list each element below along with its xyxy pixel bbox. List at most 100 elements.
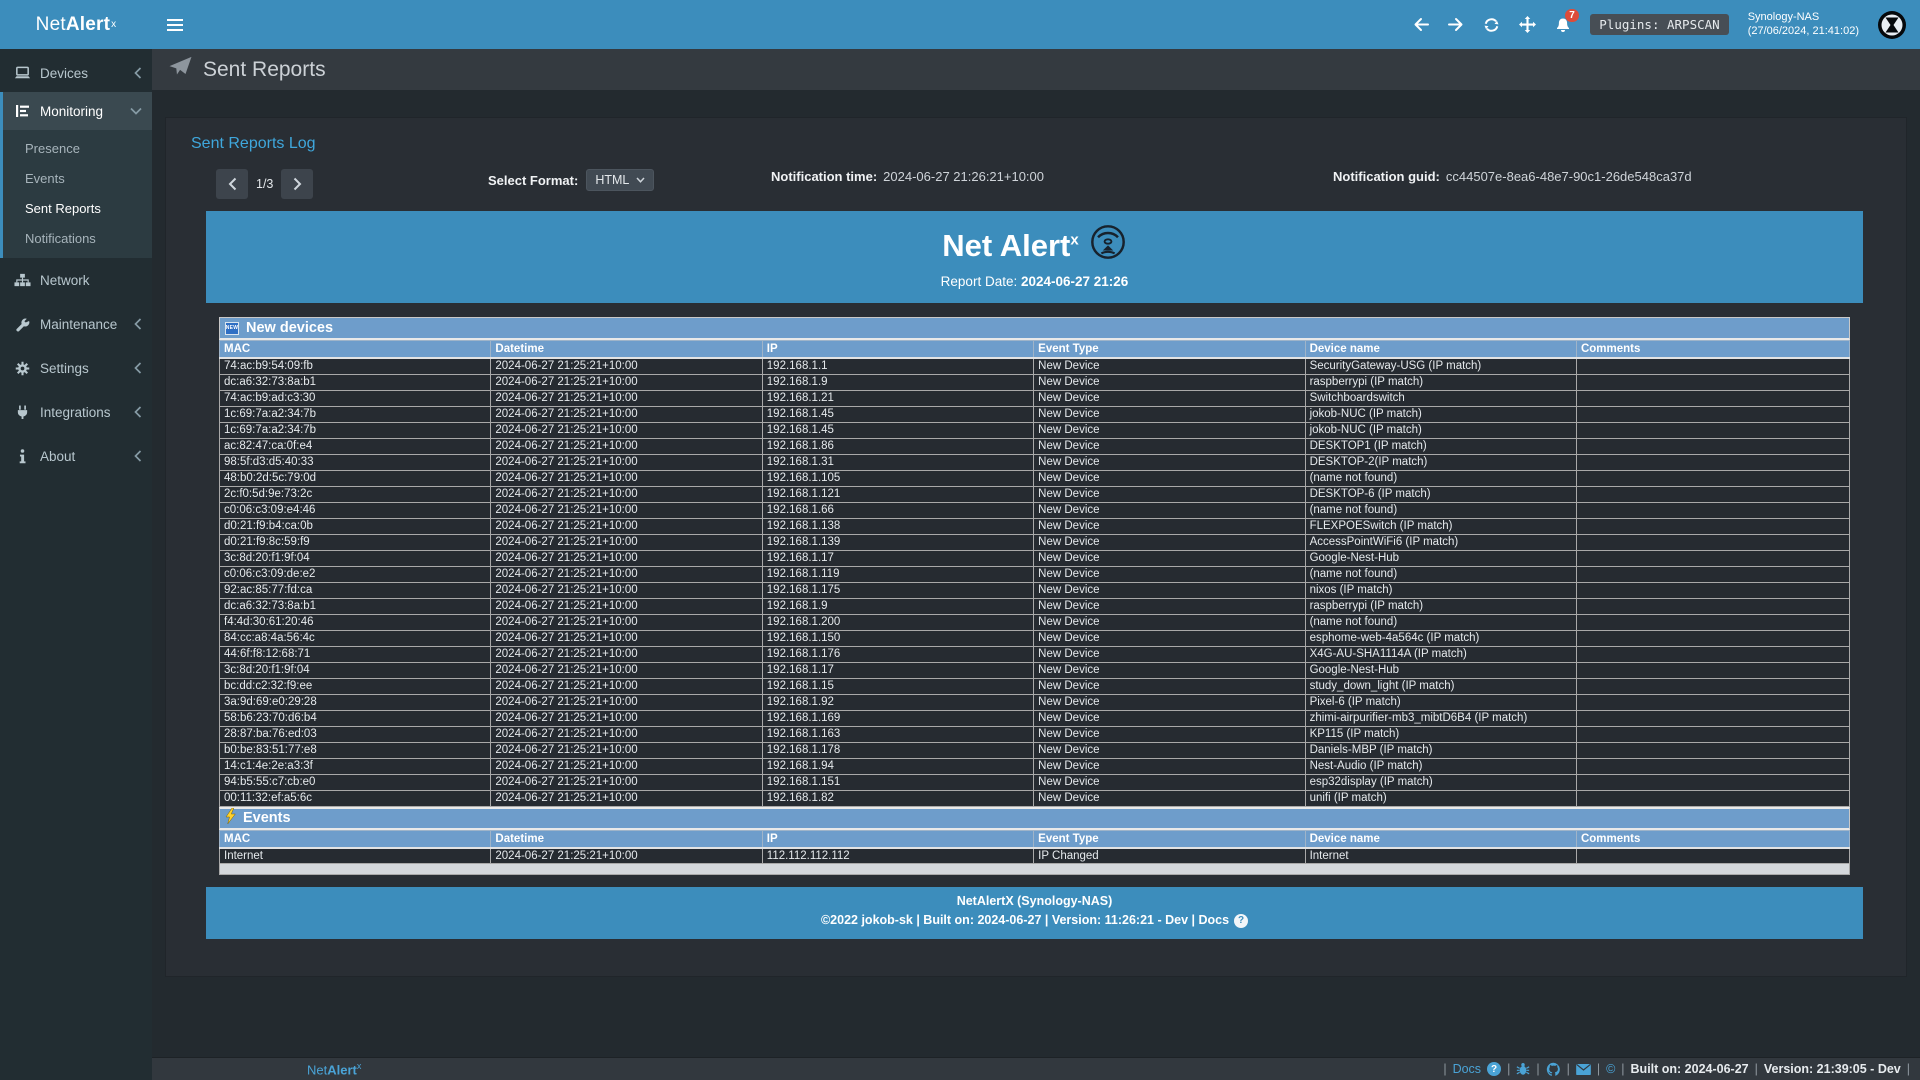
- new-devices-section-header: NEW New devices: [219, 317, 1850, 340]
- sidebar-item-integrations[interactable]: Integrations: [0, 390, 152, 434]
- cell-mac[interactable]: 84:cc:a8:4a:56:4c: [220, 630, 491, 646]
- sidebar-item-monitoring[interactable]: Monitoring: [3, 92, 152, 130]
- format-select[interactable]: HTML: [586, 169, 654, 191]
- cell-comments: [1576, 502, 1849, 518]
- cell-device-name: study_down_light (IP match): [1305, 678, 1576, 694]
- bug-report-icon[interactable]: [1516, 1062, 1530, 1076]
- cell-mac[interactable]: 14:c1:4e:2e:a3:3f: [220, 758, 491, 774]
- github-icon[interactable]: [1546, 1062, 1561, 1077]
- cell-mac[interactable]: 3c:8d:20:f1:9f:04: [220, 662, 491, 678]
- cell-device-name: AccessPointWiFi6 (IP match): [1305, 534, 1576, 550]
- cell-comments: [1576, 438, 1849, 454]
- plug-icon: [14, 405, 31, 420]
- cell-datetime: 2024-06-27 21:25:21+10:00: [491, 374, 762, 390]
- next-page-button[interactable]: [281, 169, 313, 199]
- cell-mac[interactable]: 44:6f:f8:12:68:71: [220, 646, 491, 662]
- cell-mac[interactable]: 92:ac:85:77:fd:ca: [220, 582, 491, 598]
- cell-mac[interactable]: 94:b5:55:c7:cb:e0: [220, 774, 491, 790]
- cell-mac[interactable]: d0:21:f9:b4:ca:0b: [220, 518, 491, 534]
- new-devices-table: MACDatetimeIPEvent TypeDevice nameCommen…: [219, 340, 1850, 807]
- cell-mac[interactable]: 98:5f:d3:d5:40:33: [220, 454, 491, 470]
- sidebar-item-about[interactable]: About: [0, 434, 152, 478]
- cell-mac[interactable]: f4:4d:30:61:20:46: [220, 614, 491, 630]
- cell-mac[interactable]: ac:82:47:ca:0f:e4: [220, 438, 491, 454]
- email-icon[interactable]: [1576, 1064, 1591, 1075]
- question-circle-icon[interactable]: ?: [1487, 1062, 1501, 1076]
- cell-ip: 192.168.1.21: [762, 390, 1033, 406]
- cell-datetime: 2024-06-27 21:25:21+10:00: [491, 502, 762, 518]
- sidebar-subitem-notifications[interactable]: Notifications: [3, 224, 152, 254]
- footer-brand[interactable]: NetAlertx: [307, 1061, 361, 1077]
- cell-event-type: New Device: [1034, 582, 1305, 598]
- sidebar-item-devices[interactable]: Devices: [0, 54, 152, 92]
- sidebar-subitem-sent-reports[interactable]: Sent Reports: [3, 194, 152, 224]
- docs-link[interactable]: Docs: [1453, 1062, 1481, 1076]
- sidebar-item-maintenance[interactable]: Maintenance: [0, 302, 152, 346]
- sidebar-toggle-button[interactable]: [152, 0, 198, 49]
- cell-ip: 192.168.1.82: [762, 790, 1033, 806]
- cell-comments: [1576, 614, 1849, 630]
- cell-mac[interactable]: c0:06:c3:09:e4:46: [220, 502, 491, 518]
- cell-mac[interactable]: 58:b6:23:70:d6:b4: [220, 710, 491, 726]
- cell-ip: 192.168.1.31: [762, 454, 1033, 470]
- cell-mac[interactable]: 1c:69:7a:a2:34:7b: [220, 406, 491, 422]
- copyright-icon[interactable]: ©: [1606, 1062, 1615, 1076]
- cell-ip: 192.168.1.169: [762, 710, 1033, 726]
- report-table-row: dc:a6:32:73:8a:b12024-06-27 21:25:21+10:…: [220, 374, 1850, 390]
- cell-datetime: 2024-06-27 21:25:21+10:00: [491, 726, 762, 742]
- column-header: Device name: [1305, 341, 1576, 359]
- cell-mac[interactable]: 74:ac:b9:ad:c3:30: [220, 390, 491, 406]
- cell-ip: 192.168.1.121: [762, 486, 1033, 502]
- docs-question-icon[interactable]: ?: [1234, 914, 1248, 928]
- cell-ip: 192.168.1.139: [762, 534, 1033, 550]
- cell-mac[interactable]: d0:21:f9:8c:59:f9: [220, 534, 491, 550]
- cell-mac[interactable]: bc:dd:c2:32:f9:ee: [220, 678, 491, 694]
- prev-page-button[interactable]: [216, 169, 248, 199]
- refresh-icon[interactable]: [1483, 17, 1500, 33]
- move-icon[interactable]: [1519, 16, 1536, 33]
- cell-device-name: esphome-web-4a564c (IP match): [1305, 630, 1576, 646]
- top-navbar: NetAlertx 7 Plugins: ARPSCAN Synology-NA…: [0, 0, 1920, 49]
- cell-mac[interactable]: 74:ac:b9:54:09:fb: [220, 358, 491, 374]
- sidebar-item-settings[interactable]: Settings: [0, 346, 152, 390]
- cell-mac[interactable]: dc:a6:32:73:8a:b1: [220, 374, 491, 390]
- cell-comments: [1576, 790, 1849, 806]
- cell-mac[interactable]: 2c:f0:5d:9e:73:2c: [220, 486, 491, 502]
- app-logo[interactable]: NetAlertx: [0, 0, 152, 49]
- sidebar-subitem-events[interactable]: Events: [3, 164, 152, 194]
- cell-mac[interactable]: b0:be:83:51:77:e8: [220, 742, 491, 758]
- cell-comments: [1576, 662, 1849, 678]
- sidebar-subitem-presence[interactable]: Presence: [3, 134, 152, 164]
- report-table-row: d0:21:f9:8c:59:f92024-06-27 21:25:21+10:…: [220, 534, 1850, 550]
- arrow-right-icon[interactable]: [1448, 17, 1464, 32]
- column-header: Event Type: [1034, 341, 1305, 359]
- cell-mac[interactable]: 48:b0:2d:5c:79:0d: [220, 470, 491, 486]
- cell-mac[interactable]: c0:06:c3:09:de:e2: [220, 566, 491, 582]
- cell-comments: [1576, 678, 1849, 694]
- cell-mac[interactable]: 3a:9d:69:e0:29:28: [220, 694, 491, 710]
- cell-event-type: New Device: [1034, 534, 1305, 550]
- cell-mac[interactable]: 00:11:32:ef:a5:6c: [220, 790, 491, 806]
- cell-comments: [1576, 454, 1849, 470]
- cell-event-type: New Device: [1034, 566, 1305, 582]
- chevron-left-icon: [134, 450, 142, 462]
- chevron-left-icon: [134, 362, 142, 374]
- cell-mac[interactable]: dc:a6:32:73:8a:b1: [220, 598, 491, 614]
- cell-event-type: New Device: [1034, 598, 1305, 614]
- cell-event-type: IP Changed: [1034, 848, 1305, 864]
- cell-datetime: 2024-06-27 21:25:21+10:00: [491, 358, 762, 374]
- column-header: Datetime: [491, 830, 762, 848]
- gear-icon: [14, 361, 31, 376]
- arrow-left-icon[interactable]: [1413, 17, 1429, 32]
- cell-device-name: Google-Nest-Hub: [1305, 662, 1576, 678]
- plugins-status-badge: Plugins: ARPSCAN: [1590, 14, 1728, 35]
- notifications-bell-icon[interactable]: 7: [1555, 16, 1571, 33]
- user-avatar[interactable]: [1878, 11, 1906, 39]
- cell-mac[interactable]: 1c:69:7a:a2:34:7b: [220, 422, 491, 438]
- cell-datetime: 2024-06-27 21:25:21+10:00: [491, 662, 762, 678]
- sidebar-item-network[interactable]: Network: [0, 258, 152, 302]
- cell-device-name: unifi (IP match): [1305, 790, 1576, 806]
- cell-mac[interactable]: 3c:8d:20:f1:9f:04: [220, 550, 491, 566]
- network-sitemap-icon: [14, 273, 31, 287]
- cell-mac[interactable]: 28:87:ba:76:ed:03: [220, 726, 491, 742]
